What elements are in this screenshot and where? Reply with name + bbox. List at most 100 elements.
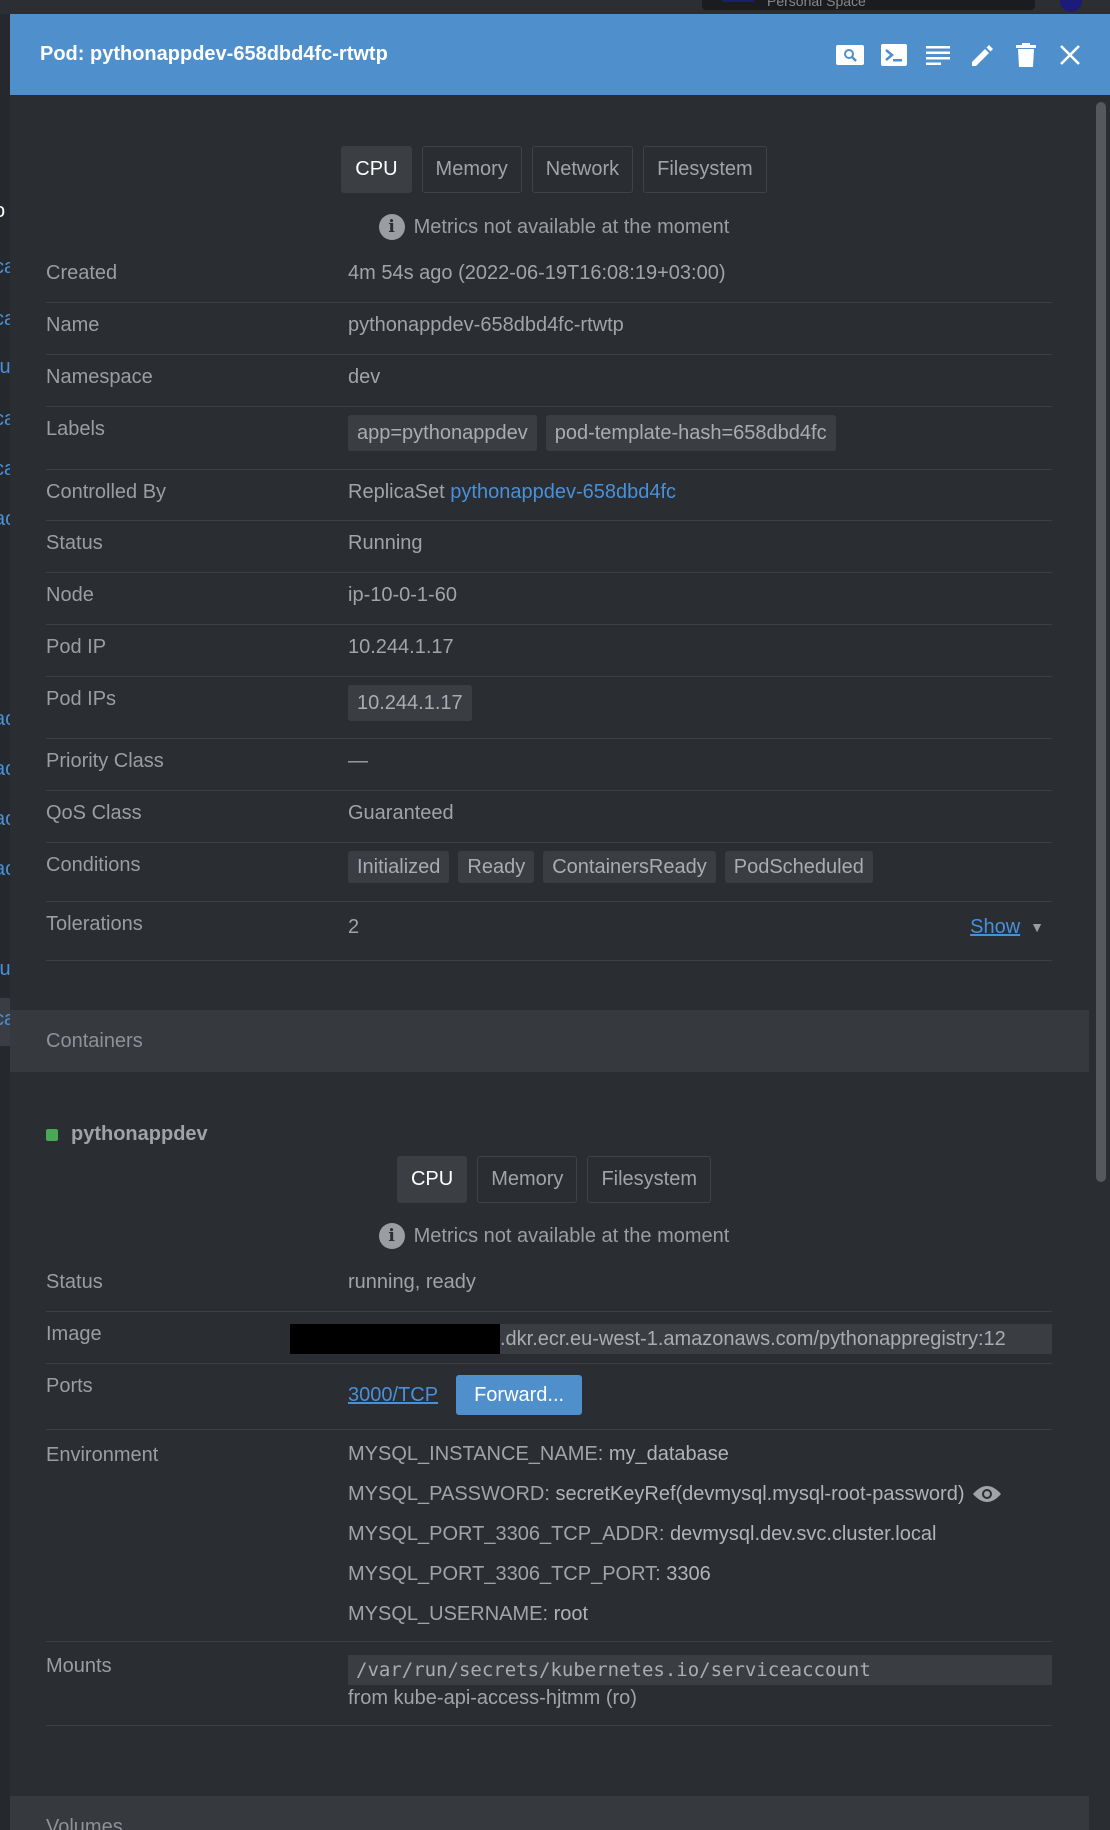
workspace-icon [722, 0, 754, 2]
container-status-indicator [46, 1128, 58, 1141]
container-row-ports: Ports 3000/TCP Forward... [46, 1364, 1052, 1430]
tab-filesystem[interactable]: Filesystem [587, 1156, 712, 1203]
condition-badge: ContainersReady [543, 851, 716, 883]
pod-details: Created 4m 54s ago (2022-06-19T16:08:19+… [46, 251, 1062, 961]
condition-badge: Initialized [348, 851, 450, 883]
tab-filesystem[interactable]: Filesystem [643, 146, 767, 193]
controlled-by-value: ReplicaSet pythonappdev-658dbd4fc [348, 470, 1052, 520]
list-item[interactable]: fu [0, 356, 10, 379]
list-item[interactable]: fu [0, 958, 10, 981]
created-value: 4m 54s ago (2022-06-19T16:08:19+03:00) [348, 262, 726, 284]
replicaset-link[interactable]: pythonappdev-658dbd4fc [450, 481, 676, 503]
condition-badge: Ready [458, 851, 535, 883]
environment-list: MYSQL_INSTANCE_NAME: my_database MYSQL_P… [348, 1430, 1052, 1641]
list-item[interactable]: ca [0, 1008, 10, 1031]
mount-path: /var/run/secrets/kubernetes.io/serviceac… [348, 1655, 1052, 1685]
container-metrics-tabs: CPU Memory Filesystem [46, 1156, 1062, 1203]
status-value: Running [348, 532, 423, 554]
tab-cpu[interactable]: CPU [341, 146, 412, 193]
scrollbar[interactable] [1096, 102, 1106, 1182]
detail-row-conditions: Conditions Initialized Ready ContainersRea… [46, 843, 1052, 902]
env-value: secretKeyRef(devmysql.mysql-root-passwor… [555, 1483, 965, 1505]
detail-row-qos: QoS Class Guaranteed [46, 791, 1052, 843]
port-link[interactable]: 3000/TCP [348, 1384, 438, 1406]
priority-value: — [348, 750, 368, 772]
pod-ips-list: 10.244.1.17 [348, 677, 1052, 738]
background-topbar: Personal Space [0, 0, 1110, 14]
env-var: MYSQL_PORT_3306_TCP_PORT: 3306 [348, 1554, 1052, 1594]
list-item[interactable]: ac [0, 858, 10, 881]
tab-cpu[interactable]: CPU [396, 1156, 468, 1203]
env-var: MYSQL_USERNAME: root [348, 1594, 1052, 1634]
container-metrics-notice: i Metrics not available at the moment [46, 1221, 1062, 1251]
container-name: pythonappdev [46, 1123, 1062, 1146]
detail-row-pod-ip: Pod IP 10.244.1.17 [46, 625, 1052, 677]
env-value: devmysql.dev.svc.cluster.local [670, 1523, 937, 1545]
env-var: MYSQL_PORT_3306_TCP_ADDR: devmysql.dev.s… [348, 1514, 1052, 1554]
env-key: MYSQL_INSTANCE_NAME: [348, 1443, 604, 1465]
env-value: my_database [608, 1443, 729, 1465]
forward-button[interactable]: Forward... [456, 1375, 583, 1415]
info-icon: i [378, 1223, 405, 1249]
env-var: MYSQL_PASSWORD: secretKeyRef(devmysql.my… [348, 1474, 1052, 1514]
detail-label: Environment [46, 1444, 159, 1466]
eye-icon[interactable] [972, 1484, 1002, 1504]
node-link[interactable]: ip-10-0-1-60 [348, 573, 1052, 624]
search-icon[interactable] [828, 35, 872, 75]
detail-label: Pod IPs [46, 688, 117, 710]
chevron-down-icon[interactable]: ▼ [1030, 916, 1044, 960]
edit-icon[interactable] [960, 35, 1004, 75]
logs-icon[interactable] [916, 35, 960, 75]
list-item[interactable]: ac [0, 758, 10, 781]
env-value: root [553, 1603, 589, 1625]
delete-icon[interactable] [1004, 35, 1048, 75]
container-row-environment: Environment MYSQL_INSTANCE_NAME: my_data… [46, 1430, 1052, 1642]
detail-label: Mounts [46, 1655, 112, 1677]
workspace-selector[interactable]: Personal Space [702, 0, 1035, 10]
tolerations-count: 2 [348, 916, 360, 938]
name-value: pythonappdev-658dbd4fc-rtwtp [348, 314, 624, 336]
metrics-notice: i Metrics not available at the moment [46, 212, 1062, 242]
list-item[interactable]: ca [0, 458, 10, 481]
detail-row-node: Node ip-10-0-1-60 [46, 573, 1052, 625]
background-list: o ca ca fu ca ca ac ac ac ac ac fu ca [0, 14, 10, 1830]
detail-row-labels: Labels app=pythonappdev pod-template-hash… [46, 407, 1052, 470]
detail-label: Namespace [46, 366, 153, 388]
detail-row-pod-ips: Pod IPs 10.244.1.17 [46, 677, 1052, 739]
tab-network[interactable]: Network [531, 146, 634, 193]
env-key: MYSQL_PORT_3306_TCP_ADDR: [348, 1523, 665, 1545]
list-item[interactable]: ca [0, 256, 10, 279]
image-value-box: .dkr.ecr.eu-west-1.amazonaws.com/pythona… [290, 1324, 1052, 1354]
image-value-wrap: .dkr.ecr.eu-west-1.amazonaws.com/pythona… [290, 1312, 1052, 1363]
tab-memory[interactable]: Memory [421, 146, 522, 193]
env-var: MYSQL_INSTANCE_NAME: my_database [348, 1434, 1052, 1474]
tab-memory[interactable]: Memory [477, 1156, 578, 1203]
env-key: MYSQL_USERNAME: [348, 1603, 549, 1625]
detail-label: Node [46, 584, 94, 606]
redacted-block [290, 1324, 500, 1354]
container-row-status: Status running, ready [46, 1260, 1052, 1312]
list-item[interactable]: ca [0, 308, 10, 331]
info-icon: i [378, 214, 405, 240]
avatar[interactable] [1060, 0, 1082, 12]
list-item[interactable]: ac [0, 808, 10, 831]
env-value: 3306 [666, 1563, 711, 1585]
list-item[interactable]: ac [0, 508, 10, 531]
detail-label: Created [46, 262, 118, 284]
detail-label: Tolerations [46, 913, 143, 935]
detail-row-namespace: Namespace dev [46, 355, 1052, 407]
list-item[interactable]: ca [0, 408, 10, 431]
detail-label: Labels [46, 418, 105, 440]
container-name-text: pythonappdev [71, 1123, 208, 1145]
list-item[interactable]: o [0, 200, 5, 223]
workspace-label: Personal Space [767, 0, 866, 9]
volumes-section-header: Volumes [10, 1796, 1089, 1830]
detail-row-priority: Priority Class — [46, 739, 1052, 791]
list-item[interactable]: ac [0, 708, 10, 731]
terminal-icon[interactable] [872, 35, 916, 75]
close-icon[interactable] [1048, 35, 1092, 75]
ports-value: 3000/TCP Forward... [348, 1364, 1052, 1429]
condition-badge: PodScheduled [724, 851, 873, 883]
show-tolerations-link[interactable]: Show [970, 916, 1020, 960]
container-row-image: Image .dkr.ecr.eu-west-1.amazonaws.com/p… [46, 1312, 1052, 1364]
